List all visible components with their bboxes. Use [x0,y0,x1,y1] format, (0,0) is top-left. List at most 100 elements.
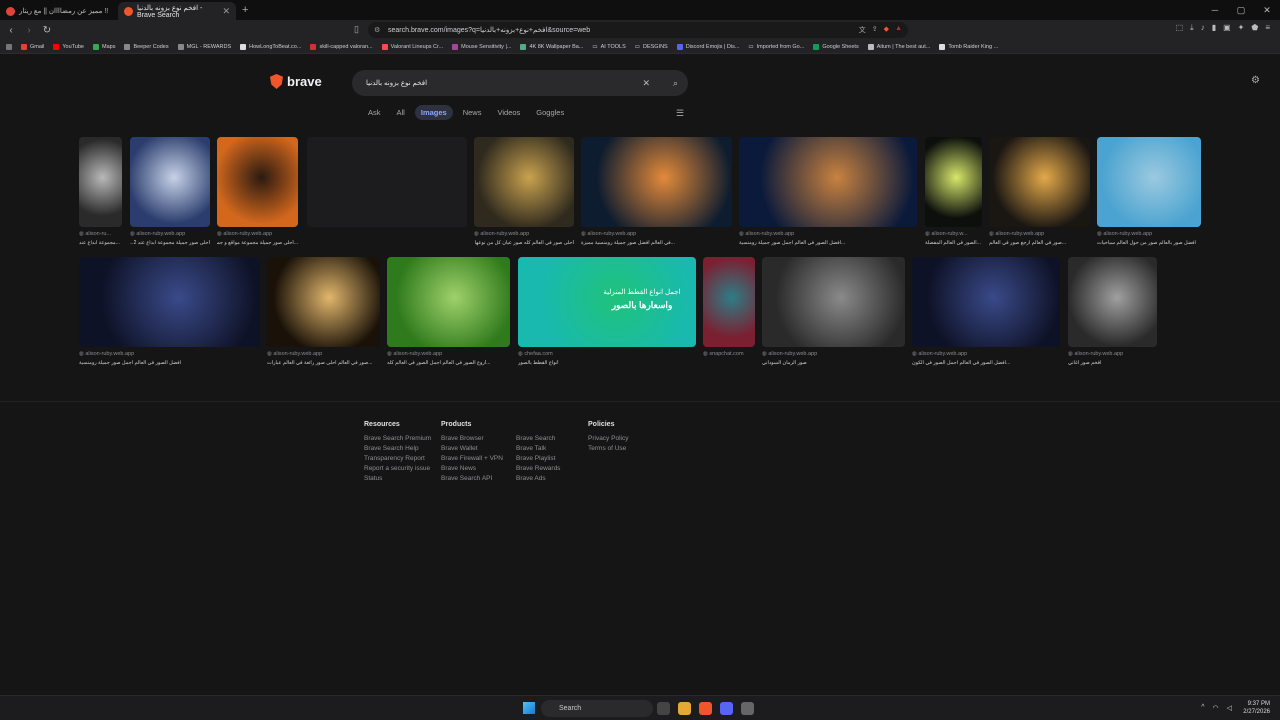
result-image[interactable] [925,137,982,227]
result-image[interactable] [267,257,380,347]
result-caption[interactable]: ...أروع الصور في العالم اجمل الصور في ال… [387,360,510,366]
brave-rewards-icon[interactable]: ▲ [895,25,902,35]
result-caption[interactable]: ...أحلى صور جميلة مجموعة مواقع و جميلة [217,240,298,246]
volume-icon[interactable]: ◁ [1227,704,1232,712]
result-source[interactable]: ◍ alison-ruby.web.app [387,351,510,357]
footer-link[interactable]: Brave Wallet [441,444,503,454]
bookmark-item[interactable]: Mouse Sensitivity |... [452,43,511,50]
apps-grid-icon[interactable] [6,43,12,50]
footer-link[interactable]: Brave Search [516,434,560,444]
result-source[interactable]: ◍ alison-ruby.w... [925,231,982,237]
footer-link[interactable]: Terms of Use [588,444,628,454]
leo-icon[interactable]: ✦ [1238,23,1245,33]
wallet-icon[interactable]: ▣ [1223,23,1231,33]
footer-link[interactable]: Brave Search Premium [364,434,431,444]
task-view-icon[interactable] [657,702,670,715]
bookmark-item[interactable]: Aitum | The best aut... [867,43,930,50]
vpn-icon[interactable]: ⬟ [1251,23,1258,33]
translate-icon[interactable]: 文 [859,25,866,35]
result-image[interactable] [989,137,1090,227]
extensions-icon[interactable]: ⬚ [1176,23,1184,33]
steam-app-icon[interactable] [741,702,754,715]
tab-ask[interactable]: Ask [362,105,387,120]
bookmark-item[interactable]: Maps [93,43,115,50]
result-source[interactable]: ◍ alison-ruby.web.app [130,231,210,237]
result-caption[interactable]: ...مجموعة ابداع عند [79,240,122,246]
footer-link[interactable]: Brave Browser [441,434,503,444]
taskbar-search[interactable]: Search [541,700,653,717]
windows-start-icon[interactable] [523,702,535,714]
result-image[interactable] [1068,257,1157,347]
result-caption[interactable]: صور الرمان السوداني [762,360,905,366]
footer-link[interactable]: Brave Firewall + VPN [441,454,503,464]
result-source[interactable]: ◍ alison-ruby.web.app [912,351,1060,357]
music-icon[interactable]: ♪ [1201,23,1205,33]
result-caption[interactable]: ...افضل الصور في العالم اجمل صور جميلة ر… [739,240,917,246]
tab-all[interactable]: All [391,105,411,120]
bookmark-icon[interactable]: ▯ [354,24,359,35]
search-input[interactable]: افخم نوع بزونه بالدنيا ✕ ⌕ [352,70,688,96]
footer-link[interactable]: Brave Talk [516,444,560,454]
folder-item[interactable]: ▭ Imported from Go... [748,44,804,50]
result-caption[interactable]: افخم صور اغاني [1068,360,1157,366]
result-caption[interactable]: افضل صور بالعالم صور من حول العالم سياحي… [1097,240,1201,246]
bookmark-item[interactable]: skill-capped valoran... [310,43,373,50]
address-bar[interactable]: ⚙ search.brave.com/images?q=افخم+نوع+بزو… [368,22,908,38]
result-source[interactable]: ◍ alison-ru... [79,231,122,237]
clear-search-icon[interactable]: ✕ [642,78,650,89]
folder-item[interactable]: ▭ AI TOOLS [592,44,625,50]
footer-link[interactable]: Transparency Report [364,454,431,464]
result-image[interactable] [581,137,732,227]
brave-logo[interactable]: brave [270,74,322,89]
bookmark-item[interactable]: Google Sheets [813,43,859,50]
bookmark-item[interactable]: HowLongToBeat.co... [240,43,301,50]
search-icon[interactable]: ⌕ [673,78,678,89]
result-image[interactable] [703,257,755,347]
file-explorer-icon[interactable] [678,702,691,715]
result-source[interactable]: ◍ chefaa.com [518,351,696,357]
filter-icon[interactable]: ☰ [676,108,684,119]
footer-link[interactable]: Brave Search Help [364,444,431,454]
result-source[interactable]: ◍ alison-ruby.web.app [217,231,298,237]
result-caption[interactable]: ...في العالم افضل صور جميلة رومنسية مميز… [581,240,732,246]
tab-goggles[interactable]: Goggles [530,105,570,120]
footer-link[interactable]: Brave Playlist [516,454,560,464]
result-caption[interactable]: ...صور في العالم ارجع صور في العالم [989,240,1090,246]
footer-link[interactable]: Brave Search API [441,474,503,484]
discord-app-icon[interactable] [720,702,733,715]
result-image[interactable] [79,137,122,227]
result-caption[interactable]: افضل الصور في العالم اجمل صور جميلة رومن… [79,360,260,366]
bookmark-item[interactable]: Tomb Raider King ... [939,43,998,50]
tab-images[interactable]: Images [414,105,453,120]
result-source[interactable]: ◍ alison-ruby.web.app [79,351,260,357]
close-tab-icon[interactable]: ✕ [222,6,230,17]
bookmark-item[interactable]: Beeper Codes [124,43,169,50]
footer-link[interactable]: Privacy Policy [588,434,628,444]
gear-icon[interactable]: ⚙ [1251,75,1260,86]
result-image[interactable] [762,257,905,347]
browser-tab[interactable]: مميز عن رمضاااان || مع ريتار !! [0,2,118,20]
result-image[interactable] [79,257,260,347]
maximize-button[interactable]: ▢ [1228,5,1254,16]
result-image[interactable] [217,137,298,227]
brave-shields-icon[interactable]: ◆ [884,25,889,35]
tab-news[interactable]: News [457,105,488,120]
menu-icon[interactable]: ≡ [1265,23,1270,33]
close-window-button[interactable]: ✕ [1254,5,1280,16]
result-source[interactable]: ◍ snapchat.com [703,351,755,357]
result-image[interactable] [130,137,210,227]
result-caption[interactable]: ...افضل الصور في العالم اجمل الصور في ال… [912,360,1060,366]
bookmark-item[interactable]: MGL - REWARDS [177,43,231,50]
footer-link[interactable]: Report a security issue [364,464,431,474]
result-source[interactable]: ◍ alison-ruby.web.app [989,231,1090,237]
forward-button[interactable]: › [22,25,36,36]
result-caption[interactable]: ...الصور في العالم المفضلة [925,240,982,246]
reload-button[interactable]: ↻ [40,25,54,36]
site-info-icon[interactable]: ⚙ [374,26,380,34]
wifi-icon[interactable]: ◠ [1213,704,1219,712]
share-icon[interactable]: ⇪ [872,25,878,35]
bookmark-item[interactable]: YouTube [53,43,84,50]
bookmark-item[interactable]: Gmail [21,43,44,50]
footer-link[interactable]: Brave Rewards [516,464,560,474]
browser-tab-active[interactable]: افخم نوع بزونه بالدنيا - Brave Search ✕ [118,2,236,20]
